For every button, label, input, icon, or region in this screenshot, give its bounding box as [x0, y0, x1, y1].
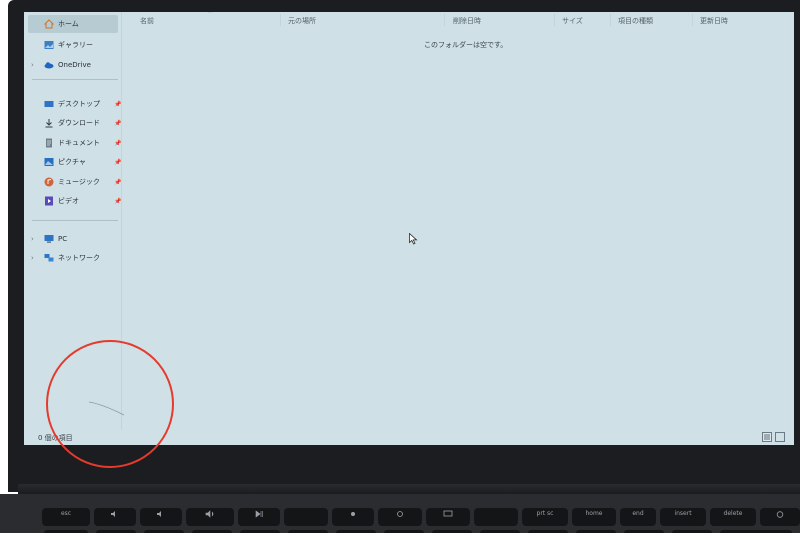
document-icon — [44, 138, 54, 148]
nav-item-label: ミュージック — [58, 178, 100, 186]
nav-item-label: ビデオ — [58, 197, 79, 205]
key-delete: delete — [710, 508, 756, 526]
key-microphone — [474, 508, 518, 526]
column-header-item-type[interactable]: 項目の種類 — [618, 16, 653, 26]
chevron-right-icon[interactable]: › — [31, 254, 34, 262]
nav-item-label: デスクトップ — [58, 100, 100, 108]
column-header-size[interactable]: サイズ — [562, 16, 583, 26]
nav-item-documents[interactable]: ドキュメント 📌 — [28, 134, 122, 152]
nav-item-network[interactable]: › ネットワーク — [28, 249, 118, 267]
sort-caret-icon: ^ — [208, 12, 213, 17]
key-brightness-down — [332, 508, 374, 526]
chevron-right-icon[interactable]: › — [31, 235, 34, 243]
column-divider[interactable] — [280, 14, 281, 26]
key-volume-mute — [94, 508, 136, 526]
music-icon — [44, 177, 54, 187]
key-media — [284, 508, 328, 526]
nav-item-label: ダウンロード — [58, 119, 100, 127]
nav-item-gallery[interactable]: ギャラリー — [28, 36, 118, 54]
column-divider[interactable] — [610, 14, 611, 26]
nav-item-desktop[interactable]: デスクトップ 📌 — [28, 95, 122, 113]
pin-icon: 📌 — [114, 119, 122, 127]
column-divider[interactable] — [692, 14, 693, 26]
nav-divider — [32, 79, 118, 80]
pictures-icon — [44, 157, 54, 167]
nav-item-label: OneDrive — [58, 61, 91, 69]
nav-item-label: ドキュメント — [58, 139, 100, 147]
key-home: home — [572, 508, 616, 526]
key-insert: insert — [660, 508, 706, 526]
network-icon — [44, 253, 54, 263]
pin-icon: 📌 — [114, 197, 122, 205]
pin-icon: 📌 — [114, 178, 122, 186]
chevron-right-icon[interactable]: › — [31, 61, 34, 69]
key-brightness-up — [378, 508, 422, 526]
annotation-circle — [46, 340, 174, 468]
key-display — [426, 508, 470, 526]
nav-item-label: PC — [58, 235, 68, 243]
nav-item-label: ギャラリー — [58, 41, 93, 49]
nav-item-label: ホーム — [58, 20, 79, 28]
nav-item-downloads[interactable]: ダウンロード 📌 — [28, 114, 122, 132]
column-header-original-location[interactable]: 元の場所 — [288, 16, 316, 26]
key-volume-down — [140, 508, 182, 526]
nav-item-home[interactable]: ホーム — [28, 15, 118, 33]
download-icon — [44, 118, 54, 128]
column-header-date-deleted[interactable]: 削除日時 — [453, 16, 481, 26]
details-view-icon[interactable] — [762, 432, 772, 442]
tiles-view-icon[interactable] — [775, 432, 785, 442]
column-header-name[interactable]: 名前 — [140, 16, 154, 26]
mouse-pointer-icon — [409, 230, 418, 249]
column-divider[interactable] — [444, 14, 445, 26]
nav-item-music[interactable]: ミュージック 📌 — [28, 173, 122, 191]
nav-item-label: ピクチャ — [58, 158, 86, 166]
laptop-photo: ホーム ギャラリー › OneDrive デスクトップ 📌 ダウンロード 📌 ド… — [0, 0, 800, 533]
home-icon — [44, 19, 54, 29]
column-header-row: ^ 名前 元の場所 削除日時 サイズ 項目の種類 更新日時 — [122, 12, 794, 28]
nav-item-pc[interactable]: › PC — [28, 230, 118, 248]
column-header-date-modified[interactable]: 更新日時 — [700, 16, 728, 26]
key-play-pause — [238, 508, 280, 526]
desktop-icon — [44, 99, 54, 109]
cloud-icon — [44, 60, 54, 70]
key-volume-up — [186, 508, 234, 526]
key-prt-sc: prt sc — [522, 508, 568, 526]
gallery-icon — [44, 40, 54, 50]
pin-icon: 📌 — [114, 139, 122, 147]
empty-folder-message: このフォルダーは空です。 — [424, 41, 508, 49]
key-esc: esc — [42, 508, 90, 526]
nav-item-videos[interactable]: ビデオ 📌 — [28, 192, 122, 210]
key-end: end — [620, 508, 656, 526]
key-power — [760, 508, 800, 526]
nav-item-pictures[interactable]: ピクチャ 📌 — [28, 153, 122, 171]
nav-item-label: ネットワーク — [58, 254, 100, 262]
pin-icon: 📌 — [114, 158, 122, 166]
video-icon — [44, 196, 54, 206]
nav-divider — [32, 220, 118, 221]
nav-item-onedrive[interactable]: › OneDrive — [28, 56, 118, 74]
column-divider[interactable] — [554, 14, 555, 26]
pc-icon — [44, 234, 54, 244]
pin-icon: 📌 — [114, 100, 122, 108]
